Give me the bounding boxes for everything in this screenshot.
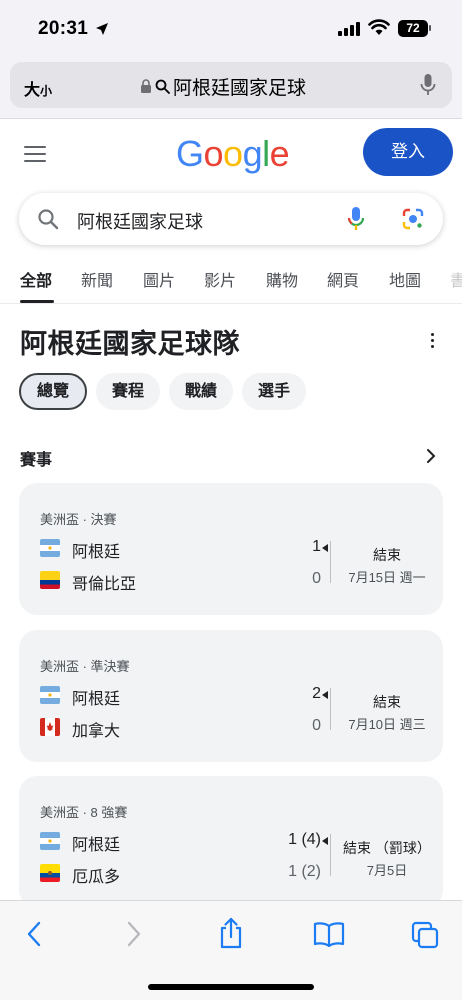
home-indicator [148, 984, 314, 990]
tab-news[interactable]: 新聞 [81, 267, 113, 291]
match-divider [330, 541, 331, 583]
match-status: 結束 （罰球） [343, 840, 431, 856]
back-icon[interactable] [26, 921, 42, 947]
chip-players[interactable]: 選手 [242, 373, 307, 410]
team-name: 阿根廷 [72, 691, 121, 708]
match-competition: 美洲盃 · 8 強賽 [40, 805, 128, 820]
chip-record[interactable]: 戰績 [169, 373, 234, 410]
tab-web[interactable]: 網頁 [327, 267, 359, 291]
match-card[interactable]: 美洲盃 · 準決賽 阿根廷 2 加拿大 0 結束 7月10日 週三 [19, 630, 443, 762]
chip-schedule[interactable]: 賽程 [96, 373, 161, 410]
chevron-right-icon[interactable] [425, 448, 437, 464]
url-text: 阿根廷國家足球 [173, 78, 307, 99]
winner-arrow-icon [322, 691, 328, 699]
team-row: 阿根廷 1 (4) [40, 830, 340, 854]
matches-section-title: 賽事 [20, 452, 53, 469]
team-row: 阿根廷 2 [40, 684, 340, 708]
match-status: 結束 [373, 694, 401, 710]
url-display[interactable]: 阿根廷國家足球 [140, 73, 306, 100]
google-lens-icon[interactable] [401, 207, 425, 231]
match-date: 7月15日 週一 [348, 570, 426, 585]
sign-in-button[interactable]: 登入 [363, 128, 453, 176]
team-score: 2 [312, 685, 321, 702]
team-name: 阿根廷 [72, 544, 121, 561]
active-tab-indicator [20, 300, 54, 303]
entity-title: 阿根廷國家足球隊 [20, 329, 240, 359]
more-options-icon[interactable] [431, 333, 435, 351]
team-score: 1 (4) [288, 831, 321, 848]
forward-icon[interactable] [126, 921, 142, 947]
voice-search-icon[interactable] [347, 206, 365, 232]
search-box[interactable]: 阿根廷國家足球 [19, 193, 443, 245]
match-competition: 美洲盃 · 決賽 [40, 512, 117, 527]
team-name: 加拿大 [72, 723, 121, 740]
share-icon[interactable] [218, 917, 244, 949]
tab-images[interactable]: 圖片 [143, 267, 175, 291]
cell-signal-icon [338, 22, 360, 36]
lock-icon [141, 79, 151, 93]
google-logo[interactable]: Google [176, 133, 290, 175]
team-row: 加拿大 0 [40, 716, 340, 740]
status-time: 20:31 [38, 18, 89, 39]
tab-videos[interactable]: 影片 [204, 267, 236, 291]
search-icon [155, 79, 170, 94]
search-icon [38, 209, 59, 230]
match-date: 7月5日 [366, 863, 408, 878]
battery-icon: 72 [398, 20, 431, 37]
ecuador-flag-icon [40, 864, 60, 882]
hamburger-menu-icon[interactable] [24, 146, 46, 167]
tab-maps[interactable]: 地圖 [389, 267, 421, 291]
team-score: 1 [312, 538, 321, 555]
tab-books[interactable]: 書 [450, 267, 462, 291]
match-divider [330, 688, 331, 730]
text-size-button[interactable]: 大小 [24, 76, 52, 100]
team-score: 1 (2) [288, 863, 321, 880]
colombia-flag-icon [40, 571, 60, 589]
team-row: 阿根廷 1 [40, 537, 340, 561]
match-competition: 美洲盃 · 準決賽 [40, 659, 130, 674]
match-status: 結束 [373, 547, 401, 563]
tab-all[interactable]: 全部 [20, 267, 52, 291]
team-row: 哥倫比亞 0 [40, 569, 340, 593]
match-card[interactable]: 美洲盃 · 8 強賽 阿根廷 1 (4) 厄瓜多 1 (2) 結束 （罰球） 7… [19, 776, 443, 908]
search-input[interactable]: 阿根廷國家足球 [77, 208, 203, 234]
location-arrow-icon [96, 23, 108, 35]
team-name: 厄瓜多 [72, 869, 121, 886]
argentina-flag-icon [40, 686, 60, 704]
match-date: 7月10日 週三 [348, 717, 426, 732]
match-divider [330, 834, 331, 876]
argentina-flag-icon [40, 539, 60, 557]
microphone-icon[interactable] [420, 73, 436, 97]
chip-overview[interactable]: 總覽 [19, 373, 88, 410]
match-card[interactable]: 美洲盃 · 決賽 阿根廷 1 哥倫比亞 0 結束 7月15日 週一 [19, 483, 443, 615]
google-header: Google 登入 [0, 118, 462, 188]
winner-arrow-icon [322, 837, 328, 845]
team-score: 0 [312, 570, 321, 587]
team-row: 厄瓜多 1 (2) [40, 862, 340, 886]
canada-flag-icon [40, 718, 60, 736]
wifi-icon [368, 19, 390, 35]
browser-address-bar: 大小 阿根廷國家足球 [0, 58, 462, 118]
team-name: 阿根廷 [72, 837, 121, 854]
bookmarks-icon[interactable] [313, 921, 345, 947]
address-field[interactable]: 大小 阿根廷國家足球 [10, 62, 452, 108]
entity-chips: 總覽 賽程 戰績 選手 [19, 373, 307, 410]
winner-arrow-icon [322, 544, 328, 552]
status-bar: 20:31 72 [0, 0, 462, 58]
team-name: 哥倫比亞 [72, 576, 137, 593]
tab-shopping[interactable]: 購物 [266, 267, 298, 291]
argentina-flag-icon [40, 832, 60, 850]
tabs-icon[interactable] [411, 921, 439, 949]
team-score: 0 [312, 717, 321, 734]
search-tabs: 全部 新聞 圖片 影片 購物 網頁 地圖 書 [0, 260, 462, 304]
